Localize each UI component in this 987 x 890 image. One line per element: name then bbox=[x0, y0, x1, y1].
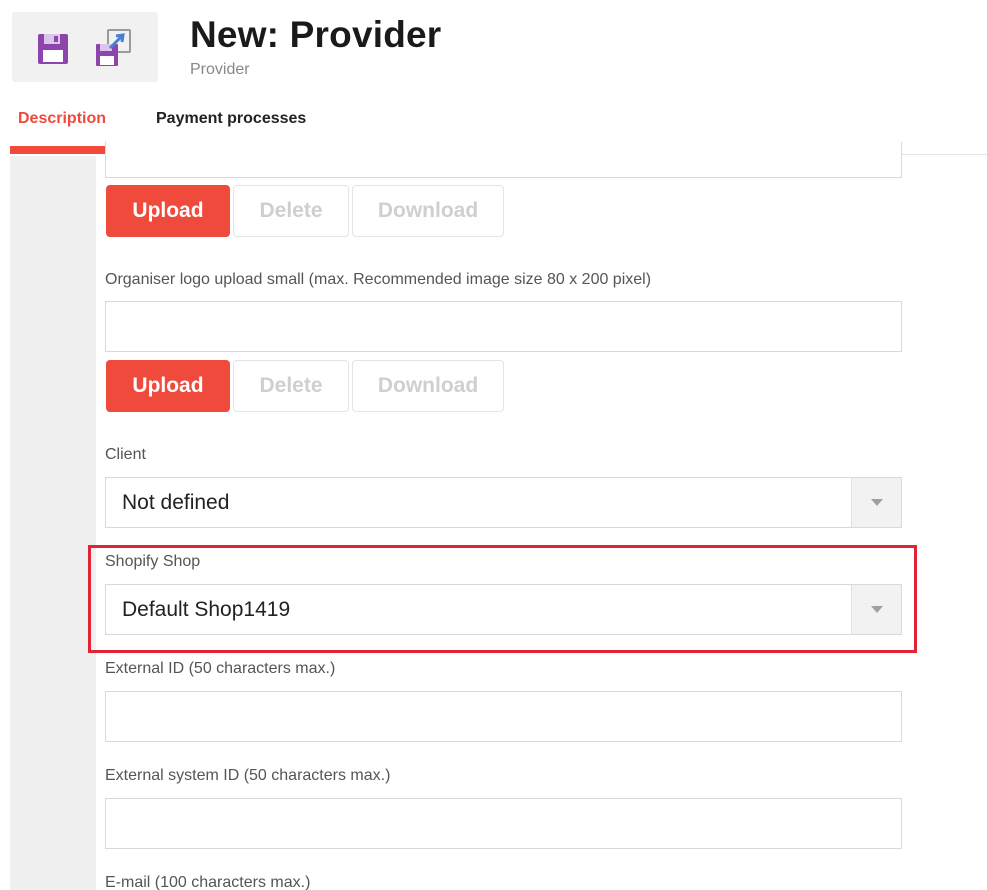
external-system-id-field[interactable] bbox=[105, 798, 902, 849]
external-id-label: External ID (50 characters max.) bbox=[105, 660, 336, 677]
save-button[interactable] bbox=[34, 28, 74, 68]
page-subtitle: Provider bbox=[190, 61, 250, 78]
delete-button-large[interactable]: Delete bbox=[233, 185, 349, 237]
save-as-icon bbox=[96, 29, 131, 66]
shopify-shop-label: Shopify Shop bbox=[105, 553, 201, 570]
tab-payment-processes[interactable]: Payment processes bbox=[156, 110, 306, 128]
tab-description[interactable]: Description bbox=[18, 110, 106, 128]
upload-button-large[interactable]: Upload bbox=[106, 185, 230, 237]
external-system-id-label: External system ID (50 characters max.) bbox=[105, 767, 391, 784]
client-dropdown-toggle[interactable] bbox=[851, 478, 901, 527]
download-button-large[interactable]: Download bbox=[352, 185, 504, 237]
shopify-shop-dropdown-toggle[interactable] bbox=[851, 585, 901, 634]
client-select-value: Not defined bbox=[122, 491, 230, 514]
chevron-down-icon bbox=[871, 606, 883, 613]
upload-button-small[interactable]: Upload bbox=[106, 360, 230, 412]
email-label: E-mail (100 characters max.) bbox=[105, 874, 311, 890]
client-label: Client bbox=[105, 446, 146, 463]
shopify-shop-select-value: Default Shop1419 bbox=[122, 598, 291, 621]
shopify-shop-select[interactable]: Default Shop1419 bbox=[105, 584, 902, 635]
client-select[interactable]: Not defined bbox=[105, 477, 902, 528]
save-as-button[interactable] bbox=[94, 28, 134, 68]
provider-editor-page: New: Provider Provider Description Payme… bbox=[0, 0, 987, 890]
download-button-small[interactable]: Download bbox=[352, 360, 504, 412]
logo-upload-small-field[interactable] bbox=[105, 301, 902, 352]
logo-upload-small-label: Organiser logo upload small (max. Recomm… bbox=[105, 271, 652, 288]
delete-button-small[interactable]: Delete bbox=[233, 360, 349, 412]
save-icon bbox=[38, 34, 68, 64]
logo-upload-large-field[interactable] bbox=[105, 142, 902, 178]
toolbar bbox=[12, 12, 158, 82]
chevron-down-icon bbox=[871, 499, 883, 506]
left-gutter bbox=[10, 156, 96, 890]
external-id-field[interactable] bbox=[105, 691, 902, 742]
page-title: New: Provider bbox=[190, 14, 442, 55]
